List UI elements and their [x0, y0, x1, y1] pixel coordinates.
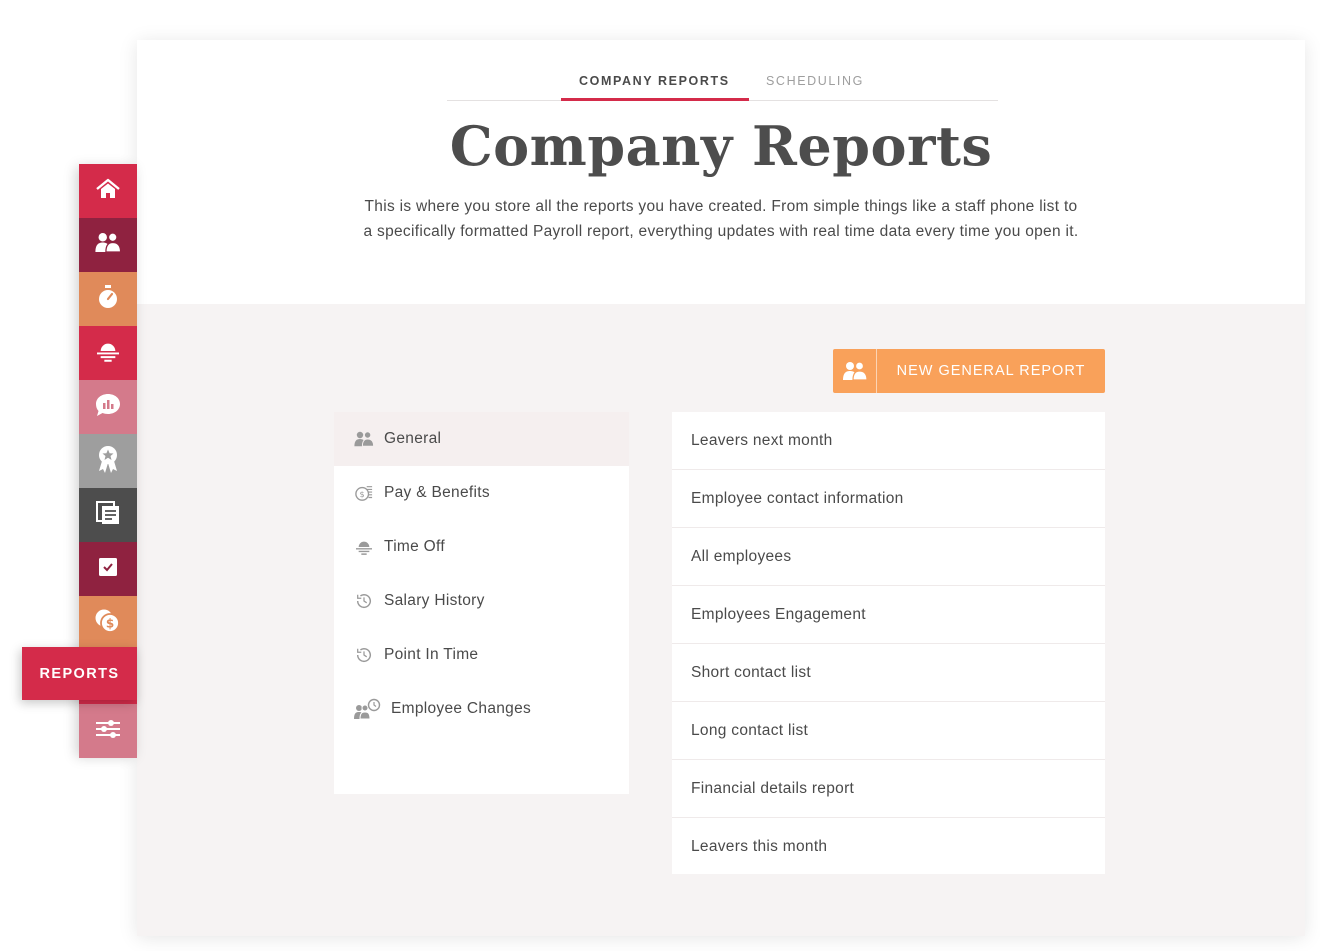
report-item[interactable]: Employees Engagement	[672, 586, 1105, 644]
category-salary-history[interactable]: Salary History	[334, 574, 629, 628]
report-item[interactable]: Leavers this month	[672, 818, 1105, 876]
chat-chart-icon	[94, 392, 122, 423]
sidebar-item-time-off[interactable]	[79, 326, 137, 380]
category-label: General	[384, 430, 442, 447]
report-item[interactable]: Long contact list	[672, 702, 1105, 760]
coins-icon: $	[94, 608, 122, 639]
documents-icon	[96, 500, 120, 530]
people-icon	[95, 232, 122, 258]
page-description: This is where you store all the reports …	[363, 198, 1079, 240]
tab-company-reports[interactable]: COMPANY REPORTS	[579, 74, 730, 88]
reports-list: Leavers next month Employee contact info…	[672, 412, 1105, 874]
sidebar-active-reports-label[interactable]: REPORTS	[22, 647, 137, 700]
category-employee-changes[interactable]: Employee Changes	[334, 682, 629, 736]
history-clock-icon	[354, 591, 374, 611]
category-point-in-time[interactable]: Point In Time	[334, 628, 629, 682]
category-label: Point In Time	[384, 646, 479, 663]
category-label: Salary History	[384, 592, 485, 609]
active-tab-indicator	[561, 98, 749, 101]
sidebar-item-tasks[interactable]	[79, 542, 137, 596]
people-clock-icon	[354, 698, 381, 720]
award-icon	[97, 445, 119, 478]
report-item[interactable]: Short contact list	[672, 644, 1105, 702]
page-header: COMPANY REPORTS SCHEDULING Company Repor…	[137, 40, 1305, 304]
people-icon	[833, 349, 877, 393]
new-general-report-button[interactable]: NEW GENERAL REPORT	[833, 349, 1105, 393]
category-label: Employee Changes	[391, 700, 532, 717]
sunset-icon	[354, 537, 374, 557]
new-general-report-label: NEW GENERAL REPORT	[896, 363, 1086, 379]
checkbox-icon	[98, 557, 118, 582]
category-label: Time Off	[384, 538, 445, 555]
category-label: Pay & Benefits	[384, 484, 490, 501]
category-general[interactable]: General	[334, 412, 629, 466]
sidebar-item-home[interactable]	[79, 164, 137, 218]
report-item[interactable]: Employee contact information	[672, 470, 1105, 528]
home-icon	[96, 178, 120, 205]
sunset-icon	[95, 340, 121, 367]
report-item[interactable]: Financial details report	[672, 760, 1105, 818]
report-categories: General $ Pay & Benefits Time Off Salary…	[334, 412, 629, 794]
page-title: Company Reports	[449, 114, 993, 178]
people-icon	[354, 429, 374, 449]
sliders-icon	[95, 718, 121, 745]
money-icon: $	[354, 483, 374, 503]
tab-scheduling[interactable]: SCHEDULING	[766, 74, 864, 88]
sidebar-item-expenses[interactable]: $	[79, 596, 137, 650]
category-time-off[interactable]: Time Off	[334, 520, 629, 574]
sidebar-item-documents[interactable]	[79, 488, 137, 542]
sidebar-item-people[interactable]	[79, 218, 137, 272]
report-item[interactable]: Leavers next month	[672, 412, 1105, 470]
main-card: COMPANY REPORTS SCHEDULING Company Repor…	[137, 40, 1305, 936]
svg-text:$: $	[359, 489, 364, 499]
stopwatch-icon	[97, 284, 119, 314]
tab-bar: COMPANY REPORTS SCHEDULING	[447, 40, 998, 101]
history-clock-icon	[354, 645, 374, 665]
sidebar-item-settings[interactable]	[79, 704, 137, 758]
svg-text:$: $	[106, 616, 114, 630]
sidebar-item-time-tracking[interactable]	[79, 272, 137, 326]
sidebar-item-performance[interactable]	[79, 434, 137, 488]
sidebar-item-engagement[interactable]	[79, 380, 137, 434]
category-pay-benefits[interactable]: $ Pay & Benefits	[334, 466, 629, 520]
report-item[interactable]: All employees	[672, 528, 1105, 586]
